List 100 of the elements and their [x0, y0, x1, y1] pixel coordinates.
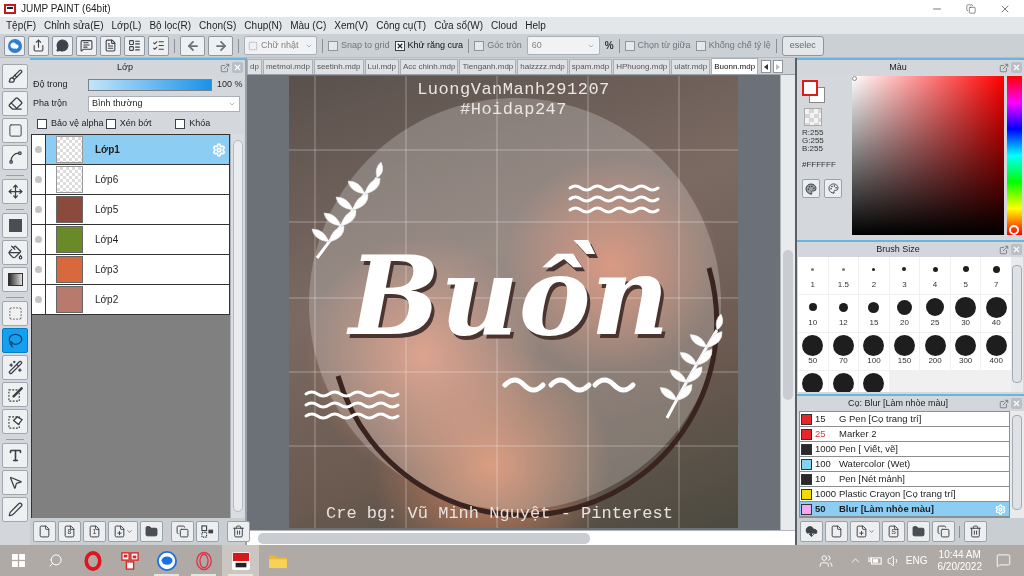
brush-size-option[interactable]: 1 — [798, 257, 828, 294]
delete-button[interactable] — [227, 521, 250, 542]
checkbox[interactable] — [394, 40, 405, 51]
brush-size-option[interactable]: 15 — [859, 295, 889, 332]
brush-size-option[interactable]: 300 — [950, 333, 981, 370]
menu-item[interactable]: Chụp(N) — [240, 18, 287, 33]
menu-item[interactable]: Help — [521, 18, 550, 33]
document-tab[interactable]: HPhuong.mdp — [613, 59, 671, 74]
brush-size-option[interactable]: 10 — [798, 295, 828, 332]
scroll-left-button[interactable] — [761, 60, 772, 73]
taskbar-app-button[interactable] — [222, 545, 259, 576]
add-file-button[interactable] — [850, 521, 880, 542]
text-tool-button[interactable] — [2, 443, 28, 468]
brush-list-item[interactable]: 25 Marker 2 — [800, 427, 1009, 442]
brush-size-option[interactable]: 400 — [981, 333, 1011, 370]
brush-size-option[interactable]: 100 — [859, 333, 889, 370]
brush-size-option[interactable]: 150 — [889, 333, 920, 370]
undo-button[interactable] — [180, 35, 205, 56]
color-swatches[interactable] — [802, 80, 826, 104]
list-button[interactable] — [124, 35, 145, 56]
brush-size-option[interactable]: 5 — [950, 257, 981, 294]
menu-item[interactable]: Màu (C) — [286, 18, 331, 33]
layer-row[interactable]: Lớp4 — [32, 225, 230, 255]
wand-tool-button[interactable] — [2, 355, 28, 380]
document-tab[interactable]: Buonn.mdp — [711, 58, 759, 74]
scrollbar-thumb[interactable] — [783, 250, 793, 400]
checkbox[interactable] — [175, 119, 186, 129]
gradient-tool-button[interactable] — [2, 267, 28, 292]
palette-button[interactable] — [802, 179, 820, 198]
pen-tool-button[interactable] — [2, 497, 28, 522]
hue-slider[interactable] — [1007, 76, 1022, 235]
bucket-tool-button[interactable] — [2, 240, 28, 265]
brush-list-item[interactable]: 100 Watercolor (Wet) — [800, 457, 1009, 472]
opacity-slider[interactable] — [88, 79, 212, 91]
select-pen-tool-button[interactable] — [2, 382, 28, 407]
lasso-tool-button[interactable] — [2, 328, 28, 353]
cloud-button[interactable] — [4, 35, 25, 56]
checkbox[interactable] — [105, 119, 116, 129]
speech-bubble-button[interactable] — [52, 35, 73, 56]
folder-button[interactable] — [140, 521, 163, 542]
menu-item[interactable]: Cloud — [487, 18, 522, 33]
share-button[interactable] — [28, 35, 49, 56]
brush-list-item[interactable]: 15 G Pen [Cọ trang trí] — [800, 412, 1009, 427]
document-tab[interactable]: ulatr.mdp — [671, 59, 711, 74]
menu-item[interactable]: Chỉnh sửa(E) — [40, 18, 108, 33]
scrollbar-thumb[interactable] — [1012, 415, 1022, 510]
menu-item[interactable]: Bộ lọc(R) — [145, 18, 196, 33]
palette-edit-button[interactable] — [824, 179, 842, 198]
layer-row[interactable]: Lớp3 — [32, 255, 230, 285]
color-field[interactable] — [852, 76, 1004, 235]
checklist-button[interactable] — [148, 35, 169, 56]
document-tab[interactable]: Tienganh.mdp — [459, 59, 517, 74]
document-tab[interactable]: Lui.mdp — [364, 59, 399, 74]
menu-item[interactable]: Công cụ(T) — [372, 18, 431, 33]
document-tab[interactable]: dp — [247, 59, 262, 74]
duplicate-button[interactable] — [932, 521, 955, 542]
brush-size-option[interactable]: 50 — [798, 333, 828, 370]
brush-list-item[interactable]: 1000 Plastic Crayon [Cọ trang trí] — [800, 487, 1009, 502]
undock-icon[interactable] — [999, 244, 1009, 255]
layer-row[interactable]: Lớp1 — [32, 135, 230, 165]
scrollbar-thumb[interactable] — [232, 140, 243, 512]
blend-mode-dropdown[interactable]: Bình thường — [88, 96, 240, 112]
undock-icon[interactable] — [999, 398, 1009, 409]
menu-item[interactable]: Chọn(S) — [195, 18, 241, 33]
brush-size-option[interactable]: 70 — [828, 333, 859, 370]
new-file-button[interactable] — [33, 521, 56, 542]
document-tab[interactable]: haizzzz.mdp — [517, 59, 568, 74]
undock-icon[interactable] — [220, 62, 230, 73]
brush-size-option[interactable]: 25 — [920, 295, 950, 332]
scrollbar-thumb[interactable] — [1012, 265, 1022, 383]
duplicate-button[interactable] — [171, 521, 194, 542]
brush-size-option[interactable]: 40 — [981, 295, 1011, 332]
download-button[interactable] — [800, 521, 823, 542]
brush-size-option[interactable]: 4 — [920, 257, 950, 294]
brush-size-option[interactable]: 20 — [889, 295, 920, 332]
transparent-swatch[interactable] — [804, 108, 822, 126]
brush-size-option[interactable]: 30 — [950, 295, 981, 332]
menu-item[interactable]: Lớp(L) — [107, 18, 146, 33]
layer-row[interactable]: Lớp6 — [32, 165, 230, 195]
brush-list-item[interactable]: 1000 Pen [ Viết, vẽ] — [800, 442, 1009, 457]
layer-row[interactable]: Lớp5 — [32, 195, 230, 225]
fill-rect-tool-button[interactable] — [2, 213, 28, 238]
document-tab[interactable]: metmoi.mdp — [262, 59, 313, 74]
merge-button[interactable] — [196, 521, 219, 542]
brush-size-option[interactable]: 2 — [859, 257, 889, 294]
redo-button[interactable] — [208, 35, 233, 56]
delete-button[interactable] — [964, 521, 987, 542]
select-eraser-tool-button[interactable] — [2, 409, 28, 434]
document-tab[interactable]: seetinh.mdp — [313, 59, 364, 74]
brush-size-option[interactable]: 7 — [981, 257, 1011, 294]
new-file-button[interactable] — [825, 521, 848, 542]
menu-item[interactable]: Tệp(F) — [2, 18, 40, 33]
undock-icon[interactable] — [999, 62, 1009, 73]
comment-button[interactable] — [76, 35, 97, 56]
hue-marker-icon[interactable] — [1009, 225, 1019, 235]
move-tool-button[interactable] — [2, 179, 28, 204]
picker-marker-icon[interactable] — [852, 76, 857, 81]
brush-size-option[interactable]: 1.5 — [828, 257, 859, 294]
menu-item[interactable]: Xem(V) — [330, 18, 373, 33]
brush-list-item[interactable]: 50 Blur [Làm nhòe màu] — [800, 502, 1009, 517]
